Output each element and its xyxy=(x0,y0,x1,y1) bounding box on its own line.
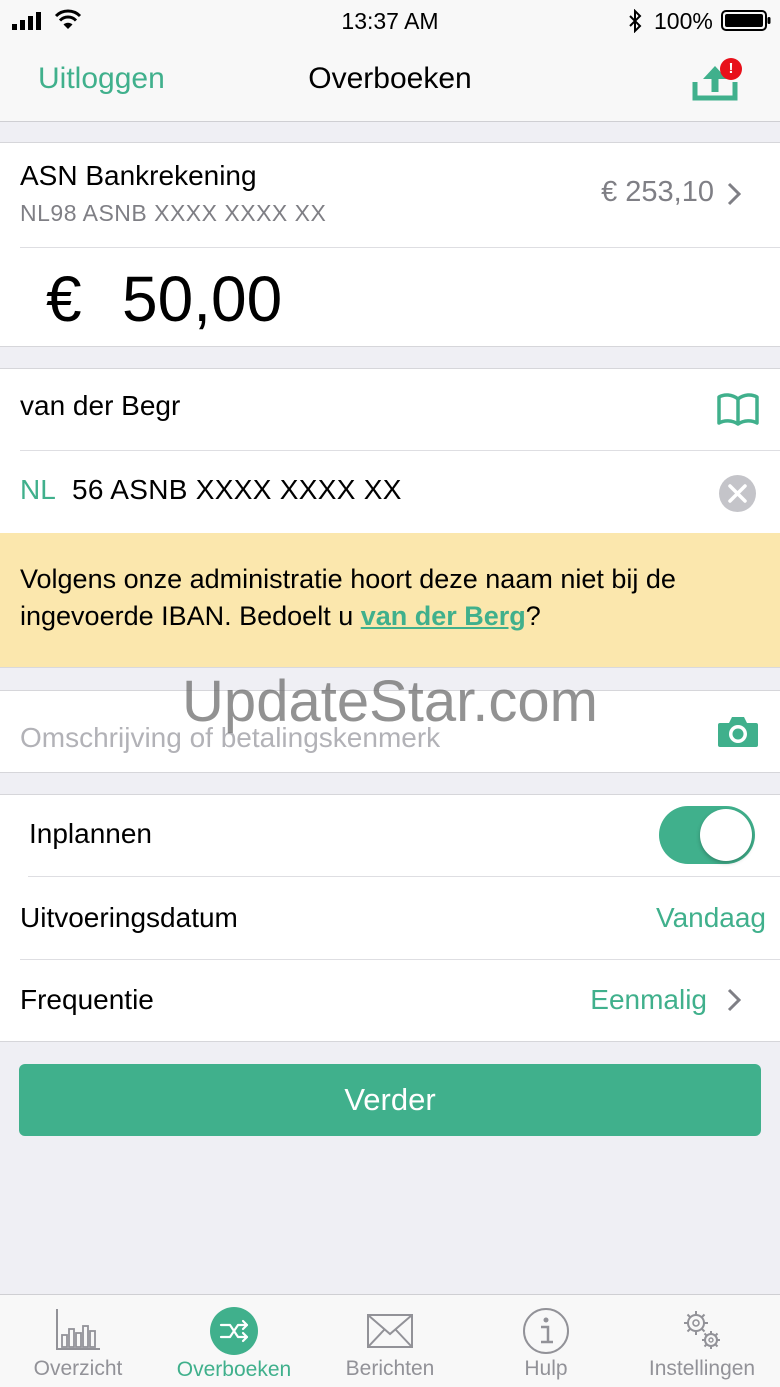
gears-icon xyxy=(684,1311,720,1349)
clear-icon[interactable] xyxy=(719,475,756,512)
chevron-right-icon[interactable] xyxy=(727,182,741,206)
battery-icon xyxy=(721,10,771,31)
account-iban: NL98 ASNB XXXX XXXX XX xyxy=(20,200,327,226)
tab-instellingen[interactable]: Instellingen xyxy=(624,1295,780,1387)
notification-badge: ! xyxy=(720,58,742,80)
warning-text-end: ? xyxy=(525,601,541,631)
envelope-icon xyxy=(367,1314,413,1348)
nav-bar: Uitloggen Overboeken ! xyxy=(0,44,780,122)
warning-text-start: Volgens onze administratie hoort deze na… xyxy=(20,564,676,631)
tab-overboeken[interactable]: Overboeken xyxy=(156,1295,312,1387)
tab-label: Overboeken xyxy=(176,1358,292,1381)
page-title: Overboeken xyxy=(308,62,472,95)
info-icon xyxy=(523,1308,569,1354)
account-balance: € 253,10 xyxy=(601,176,714,208)
schedule-label: Inplannen xyxy=(29,818,153,849)
tab-berichten[interactable]: Berichten xyxy=(312,1295,468,1387)
suggested-name-link[interactable]: van der Berg xyxy=(361,601,526,631)
transfer-icon xyxy=(210,1307,258,1355)
camera-icon[interactable] xyxy=(717,714,759,748)
tab-label: Instellingen xyxy=(648,1357,756,1380)
battery-percentage: 100% xyxy=(654,8,713,34)
continue-button[interactable]: Verder xyxy=(19,1064,761,1136)
execution-date-value[interactable]: Vandaag xyxy=(656,902,766,934)
watermark: UpdateStar.com xyxy=(182,669,598,734)
chevron-right-icon[interactable] xyxy=(727,988,741,1012)
tab-bar: Overzicht Overboeken Berichten Hulp Inst… xyxy=(0,1294,780,1387)
toggle-knob xyxy=(700,809,752,861)
payee-name-input[interactable]: van der Begr xyxy=(20,390,180,422)
iban-name-warning: Volgens onze administratie hoort deze na… xyxy=(0,533,780,668)
warning-text: Volgens onze administratie hoort deze na… xyxy=(20,561,770,635)
chart-icon xyxy=(56,1309,100,1350)
tab-label: Hulp xyxy=(524,1357,568,1380)
frequency-label: Frequentie xyxy=(20,984,154,1015)
execution-date-label: Uitvoeringsdatum xyxy=(20,902,238,933)
tab-overzicht[interactable]: Overzicht xyxy=(0,1295,156,1387)
amount-input[interactable]: 50,00 xyxy=(122,262,282,336)
amount-currency: € xyxy=(46,263,82,335)
address-book-icon[interactable] xyxy=(716,392,760,426)
schedule-toggle[interactable] xyxy=(659,806,755,864)
account-name[interactable]: ASN Bankrekening xyxy=(20,160,257,192)
divider xyxy=(28,876,780,877)
tab-hulp[interactable]: Hulp xyxy=(468,1295,624,1387)
tab-label: Overzicht xyxy=(33,1357,123,1380)
iban-country-code: NL xyxy=(20,474,56,505)
frequency-value[interactable]: Eenmalig xyxy=(590,984,707,1016)
divider xyxy=(20,247,780,248)
divider xyxy=(20,959,780,960)
divider xyxy=(20,450,780,451)
bluetooth-icon xyxy=(629,9,642,33)
iban-input[interactable]: 56 ASNB XXXX XXXX XX xyxy=(72,474,402,506)
status-bar: 13:37 AM 100% xyxy=(0,0,780,44)
tab-label: Berichten xyxy=(345,1357,435,1380)
